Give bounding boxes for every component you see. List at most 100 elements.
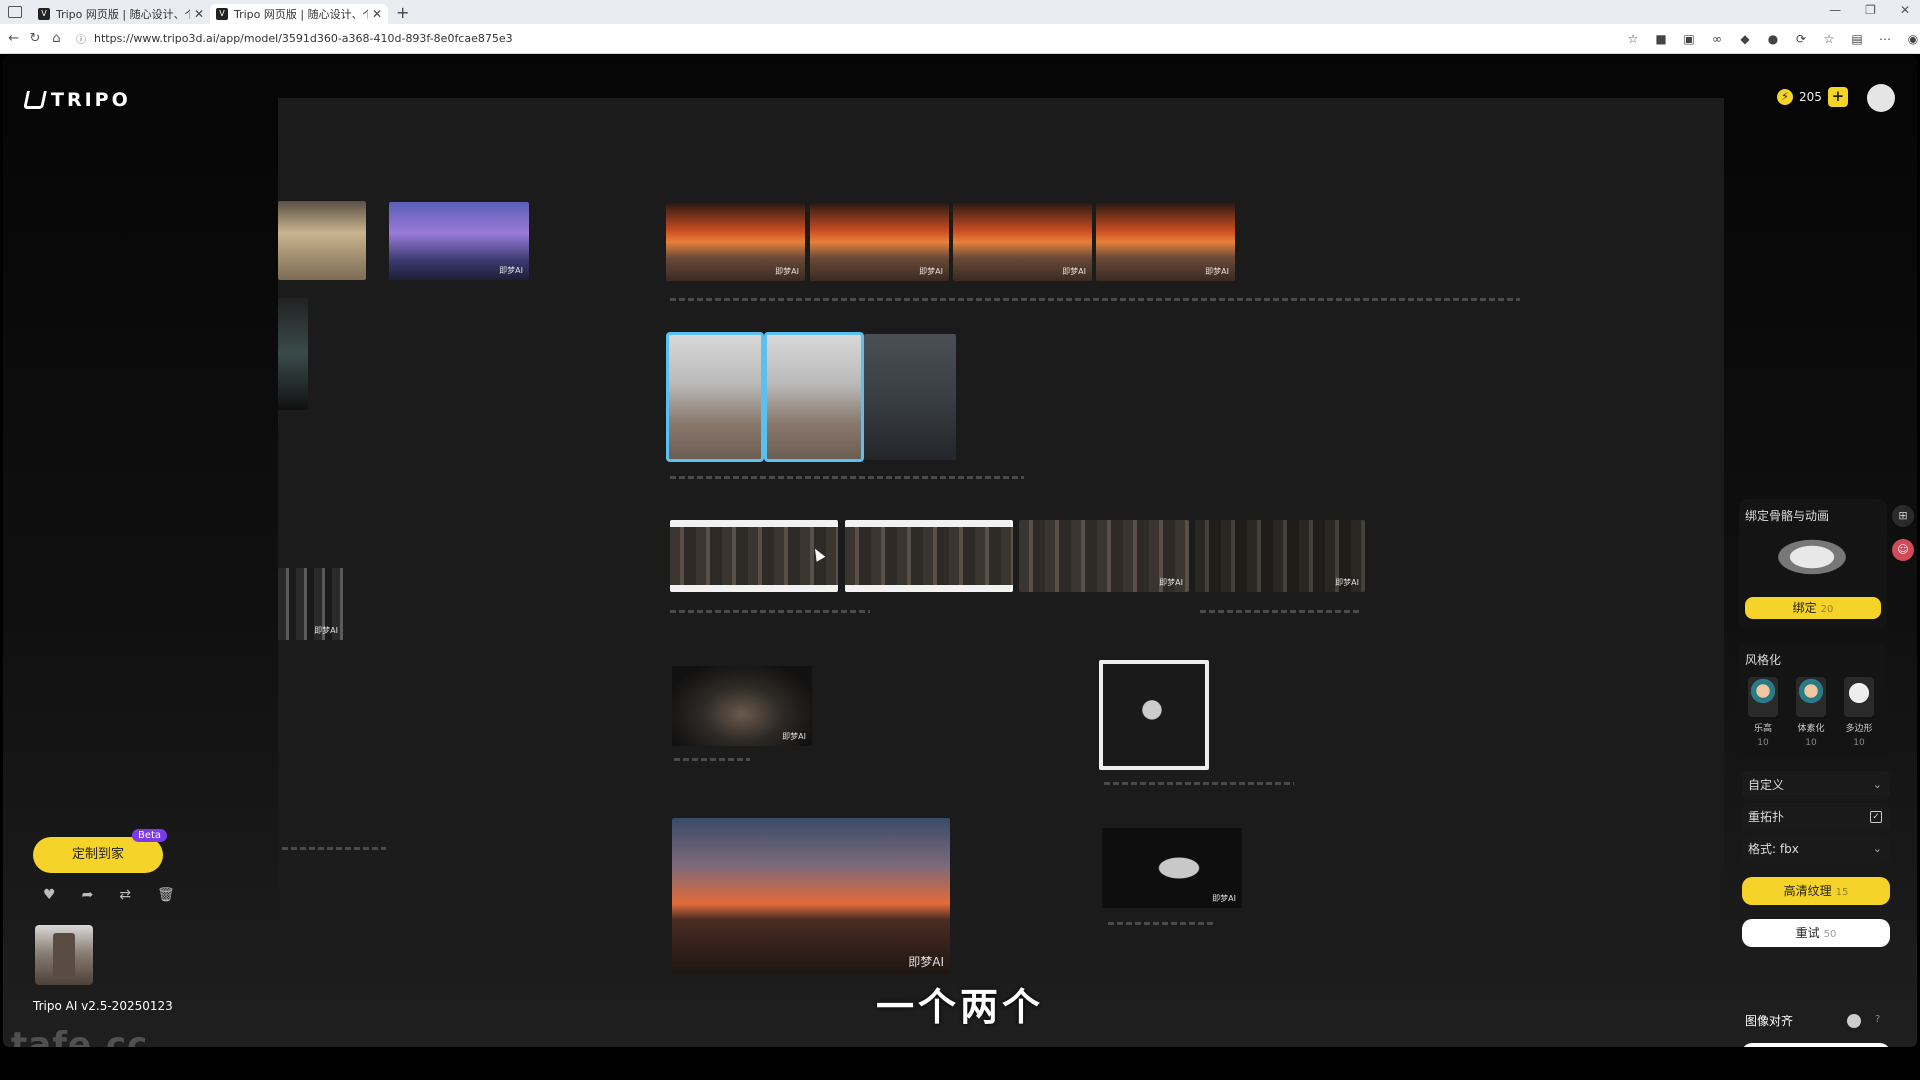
custom-dropdown[interactable]: 自定义 ⌄ [1742, 771, 1890, 799]
back-icon[interactable]: ← [6, 31, 21, 46]
canvas-image[interactable]: 即梦AI [810, 203, 949, 281]
hd-texture-button[interactable]: 高清纹理 15 [1742, 877, 1890, 905]
tab-title: Tripo 网页版 | 随心设计、个性定制 [234, 8, 368, 21]
image-caption [1104, 782, 1294, 785]
swap-icon[interactable]: ⇄ [119, 887, 131, 903]
canvas-image[interactable]: 即梦AI [389, 202, 529, 280]
bottom-bar [0, 1052, 1920, 1080]
image-canvas[interactable]: 即梦AI 即梦AI 即梦AI 即梦AI 即梦AI 即梦AI 即梦AI 即梦AI … [278, 98, 1724, 974]
style-voxel[interactable]: 体素化 10 [1791, 677, 1831, 748]
video-subtitle: 一个两个 [875, 985, 1044, 1029]
extension-icon[interactable]: ▣ [1682, 32, 1696, 46]
heart-icon[interactable]: ♥ [43, 887, 56, 903]
canvas-image[interactable]: 即梦AI [672, 818, 950, 974]
image-tag: 即梦AI [499, 266, 523, 275]
credits-display[interactable]: ⚡ 205 + [1777, 87, 1848, 107]
tripo-logo[interactable]: TRIPO [23, 89, 131, 111]
style-cost: 10 [1757, 738, 1769, 748]
canvas-image[interactable]: 即梦AI [1195, 520, 1365, 592]
home-icon[interactable]: ⌂ [49, 31, 64, 46]
window-close-icon[interactable]: ✕ [1900, 3, 1910, 17]
rig-preview-image [1753, 527, 1871, 587]
collections-icon[interactable]: ▤ [1850, 32, 1864, 46]
hd-texture-label: 高清纹理 [1783, 884, 1832, 898]
beta-badge: Beta [132, 829, 168, 842]
canvas-image[interactable] [864, 334, 956, 460]
image-tag: 即梦AI [919, 267, 943, 276]
site-info-icon[interactable]: ⓘ [76, 31, 86, 46]
download-button[interactable]: 下载 ✳ [1742, 1043, 1890, 1047]
extension-icon[interactable]: ∞ [1710, 32, 1724, 46]
add-credits-button[interactable]: + [1827, 87, 1848, 107]
format-dropdown[interactable]: 格式: fbx ⌄ [1742, 835, 1890, 863]
image-caption [670, 476, 1024, 479]
format-label: 格式: fbx [1748, 842, 1799, 856]
canvas-image[interactable]: 即梦AI [1102, 828, 1242, 908]
extension-icon[interactable]: ■ [1654, 32, 1668, 46]
retopology-row[interactable]: 重拓扑 ✓ [1742, 803, 1890, 831]
image-caption [670, 298, 1520, 301]
maximize-icon[interactable]: ❐ [1865, 3, 1876, 17]
copilot-icon[interactable]: ◉ [1906, 32, 1920, 46]
browser-tabbar: V Tripo 网页版 | 随心设计、个性定制 ✕ V Tripo 网页版 | … [0, 0, 1920, 24]
close-icon[interactable]: ✕ [372, 7, 382, 21]
loading-spinner-icon: ✳ [1870, 1043, 1880, 1047]
logo-text: TRIPO [51, 89, 131, 111]
share-icon[interactable]: ➦ [82, 887, 94, 903]
browser-tab-2[interactable]: V Tripo 网页版 | 随心设计、个性定制 ✕ [210, 4, 388, 24]
address-bar[interactable]: ⓘ https://www.tripo3d.ai/app/model/3591d… [76, 28, 1606, 50]
extension-icon[interactable]: ◆ [1738, 32, 1752, 46]
canvas-image[interactable]: 即梦AI [666, 203, 805, 281]
stylize-title: 风格化 [1745, 653, 1782, 667]
image-caption [1200, 610, 1362, 613]
canvas-image[interactable]: 即梦AI [672, 666, 812, 746]
stylize-card: 风格化 乐高 10 体素化 10 多边形 10 [1739, 643, 1887, 757]
rig-cost: 20 [1820, 604, 1834, 615]
custom-to-home-button[interactable]: 定制到家 [33, 837, 163, 873]
custom-label: 自定义 [1748, 778, 1785, 792]
trash-icon[interactable]: 🗑 [157, 887, 175, 903]
canvas-image[interactable]: 即梦AI [1096, 203, 1235, 281]
new-tab-button[interactable]: + [396, 3, 409, 22]
favorites-icon[interactable]: ☆ [1822, 32, 1836, 46]
tripo-logo-icon [23, 91, 47, 109]
canvas-image[interactable]: 即梦AI [278, 568, 344, 640]
retry-button[interactable]: 重试 50 [1742, 919, 1890, 947]
retopology-label: 重拓扑 [1748, 810, 1785, 824]
image-caption [674, 758, 750, 761]
retopology-checkbox[interactable]: ✓ [1870, 811, 1882, 823]
tab-actions-icon[interactable] [8, 6, 22, 18]
style-lego[interactable]: 乐高 10 [1743, 677, 1783, 748]
retry-cost: 50 [1823, 929, 1837, 940]
voxel-preview-image [1796, 677, 1826, 717]
style-polygon[interactable]: 多边形 10 [1839, 677, 1879, 748]
close-icon[interactable]: ✕ [194, 7, 204, 21]
side-floating-icons: ⊞ ☺ [1892, 505, 1914, 573]
canvas-image-selected[interactable] [666, 332, 764, 462]
extension-icon[interactable]: ⟳ [1794, 32, 1808, 46]
grid-icon[interactable]: ⊞ [1892, 505, 1914, 527]
avatar[interactable] [1867, 84, 1895, 112]
rig-button-label: 绑定 [1792, 601, 1817, 615]
image-tag: 即梦AI [775, 267, 799, 276]
canvas-image[interactable] [845, 520, 1013, 592]
style-label: 乐高 [1753, 724, 1772, 734]
tripo-app: TRIPO ⚡ 205 + 即梦AI 即梦AI 即梦AI 即梦AI 即梦AI 即… [3, 55, 1917, 1047]
canvas-image-selected[interactable] [764, 332, 864, 462]
rig-button[interactable]: 绑定 20 [1745, 597, 1881, 619]
browser-tab-1[interactable]: V Tripo 网页版 | 随心设计、个性定制 ✕ [32, 4, 210, 24]
reload-icon[interactable]: ↻ [27, 31, 42, 46]
canvas-image[interactable] [1099, 660, 1209, 770]
canvas-image[interactable] [278, 298, 308, 410]
canvas-image[interactable]: 即梦AI [1019, 520, 1189, 592]
community-icon[interactable]: ☺ [1892, 539, 1914, 561]
canvas-image[interactable] [278, 201, 366, 280]
image-caption [670, 610, 870, 613]
style-cost: 10 [1853, 738, 1865, 748]
bookmark-star-icon[interactable]: ☆ [1626, 32, 1640, 46]
canvas-image[interactable]: 即梦AI [953, 203, 1092, 281]
image-tag: 即梦AI [1335, 578, 1359, 587]
minimize-icon[interactable]: — [1829, 3, 1841, 17]
more-icon[interactable]: ⋯ [1878, 32, 1892, 46]
pinterest-icon[interactable]: ● [1766, 32, 1780, 46]
